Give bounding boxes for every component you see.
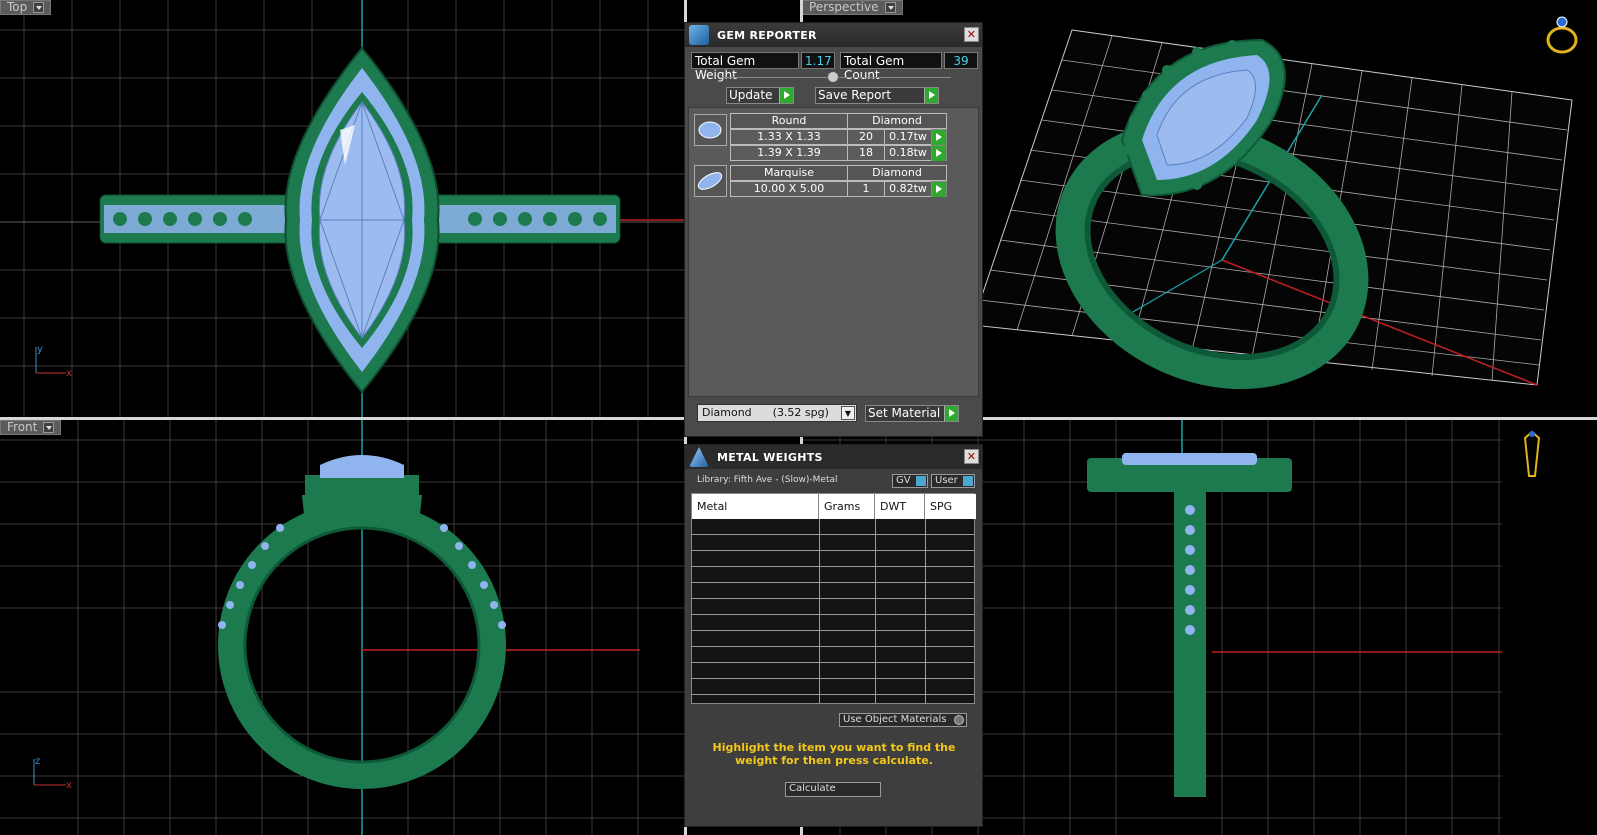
chevron-down-icon[interactable] (33, 2, 45, 13)
gem-weight: 0.82tw (884, 181, 932, 197)
select-gem-button[interactable] (931, 145, 947, 161)
splitter-grip-icon[interactable] (827, 71, 839, 83)
gem-shape-marquise: Marquise (730, 165, 848, 181)
column-header-dwt[interactable]: DWT (875, 494, 925, 519)
table-row[interactable] (692, 519, 974, 535)
gem-reporter-title-bar[interactable]: GEM REPORTER ✕ (685, 23, 982, 47)
metal-weights-icon (689, 447, 709, 467)
total-gem-weight-value: 1.17 (801, 52, 835, 69)
gem-count: 1 (847, 181, 885, 197)
save-report-button[interactable]: Save Report (815, 87, 939, 104)
round-gem-thumbnail[interactable] (694, 114, 727, 146)
radio-icon (954, 715, 964, 725)
select-gem-button[interactable] (931, 129, 947, 145)
calculate-button[interactable]: Calculate (785, 782, 881, 797)
total-gem-weight-label: Total Gem Weight (691, 52, 799, 82)
column-header-spg[interactable]: SPG (925, 494, 976, 519)
toggle-icon (916, 476, 926, 486)
viewport-front[interactable]: Front z x (0, 420, 684, 835)
gem-count: 18 (847, 145, 885, 161)
table-row[interactable] (692, 551, 974, 567)
chevron-down-icon[interactable]: ▼ (841, 406, 855, 420)
gem-count: 20 (847, 129, 885, 145)
axis-gizmo-icon: z x (33, 756, 72, 791)
material-select[interactable]: Diamond (3.52 spg) ▼ (697, 404, 857, 422)
chevron-down-icon[interactable] (884, 2, 896, 13)
viewport-front-grid (0, 420, 684, 835)
table-row[interactable] (692, 647, 974, 663)
gem-material-marquise: Diamond (847, 165, 947, 181)
svg-text:y: y (37, 344, 43, 355)
gem-reporter-title: GEM REPORTER (717, 28, 817, 42)
table-row[interactable] (692, 679, 974, 695)
play-icon (932, 182, 946, 197)
svg-text:x: x (66, 368, 72, 379)
play-icon (779, 88, 793, 103)
chevron-down-icon[interactable] (43, 422, 55, 433)
gem-reporter-icon (689, 25, 709, 45)
play-icon (932, 146, 946, 161)
viewport-top[interactable]: Top y x (0, 0, 684, 417)
viewport-top-grid (0, 0, 684, 417)
marquise-gem-thumbnail[interactable] (694, 165, 727, 197)
library-label: Library: Fifth Ave - (Slow)-Metal (697, 475, 838, 485)
pendant-view-icon[interactable] (1517, 428, 1547, 484)
metal-weights-panel: METAL WEIGHTS ✕ Library: Fifth Ave - (Sl… (684, 444, 983, 827)
column-header-metal[interactable]: Metal (692, 494, 819, 519)
play-icon (944, 406, 958, 421)
metal-weights-title-bar[interactable]: METAL WEIGHTS ✕ (685, 445, 982, 469)
table-row[interactable] (692, 599, 974, 615)
gem-weight: 0.18tw (884, 145, 932, 161)
gv-toggle[interactable]: GV (892, 474, 928, 488)
gem-material-round: Diamond (847, 113, 947, 129)
svg-text:z: z (35, 756, 40, 767)
gem-reporter-panel: GEM REPORTER ✕ Total Gem Weight 1.17 Tot… (684, 22, 983, 437)
table-row[interactable] (692, 535, 974, 551)
user-toggle[interactable]: User (931, 474, 975, 488)
toggle-icon (963, 476, 973, 486)
svg-text:x: x (66, 780, 72, 791)
viewport-perspective-label[interactable]: Perspective (802, 0, 903, 15)
table-row[interactable] (692, 615, 974, 631)
play-icon (932, 130, 946, 145)
column-header-grams[interactable]: Grams (819, 494, 875, 519)
total-gem-count-label: Total Gem Count (840, 52, 942, 82)
table-row[interactable] (692, 567, 974, 583)
table-row[interactable] (692, 583, 974, 599)
axis-gizmo-icon: y x (35, 344, 72, 379)
total-gem-count-value: 39 (944, 52, 978, 69)
update-button[interactable]: Update (726, 87, 794, 104)
gem-weight: 0.17tw (884, 129, 932, 145)
hint-text: Highlight the item you want to find the … (712, 741, 956, 767)
play-icon (924, 88, 938, 103)
use-object-materials-toggle[interactable]: Use Object Materials (839, 713, 967, 727)
viewport-front-label[interactable]: Front (0, 420, 62, 435)
viewport-top-label[interactable]: Top (0, 0, 52, 15)
gem-list[interactable]: Round Diamond 1.33 X 1.33 20 0.17tw 1.39… (688, 107, 979, 397)
gem-size: 1.39 X 1.39 (730, 145, 848, 161)
table-row[interactable] (692, 631, 974, 647)
gem-size: 10.00 X 5.00 (730, 181, 848, 197)
table-row[interactable] (692, 663, 974, 679)
metal-weights-table[interactable]: Metal Grams DWT SPG (691, 493, 976, 704)
close-icon[interactable]: ✕ (964, 27, 979, 42)
ring-view-icon[interactable] (1542, 12, 1582, 56)
metal-weights-title: METAL WEIGHTS (717, 450, 823, 464)
gem-size: 1.33 X 1.33 (730, 129, 848, 145)
set-material-button[interactable]: Set Material (865, 405, 959, 422)
close-icon[interactable]: ✕ (964, 449, 979, 464)
select-gem-button[interactable] (931, 181, 947, 197)
gem-shape-round: Round (730, 113, 848, 129)
